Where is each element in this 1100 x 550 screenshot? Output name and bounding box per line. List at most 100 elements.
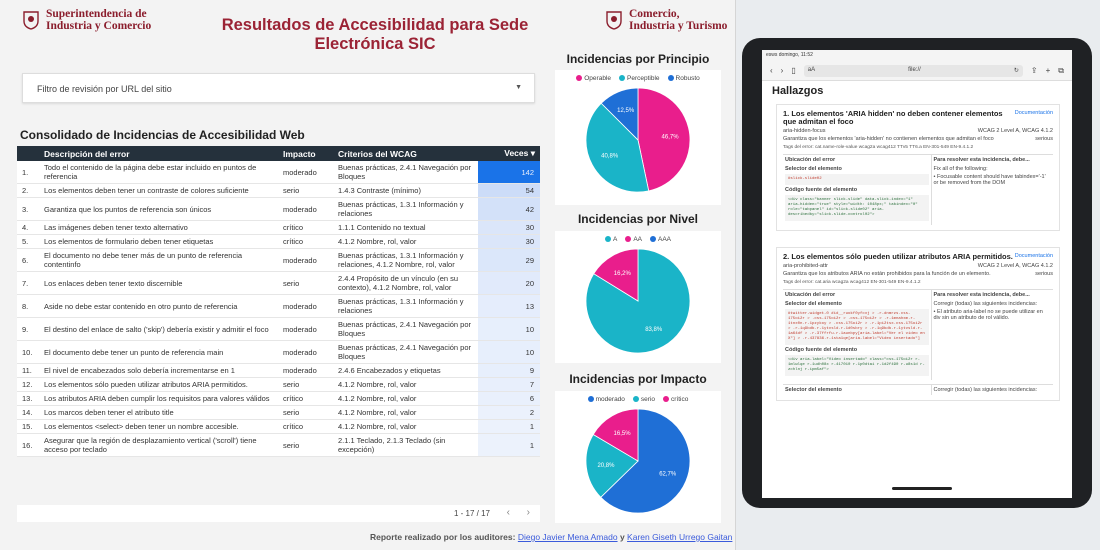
table-row[interactable]: 5. Los elementos de formulario deben tene… <box>17 234 540 249</box>
col-impact[interactable]: Impacto <box>278 146 333 161</box>
row-description: Los marcos deben tener el atributo title <box>39 405 278 420</box>
legend-swatch <box>663 396 670 403</box>
table-row[interactable]: 1. Todo el contenido de la página debe es… <box>17 161 540 184</box>
documentation-link[interactable]: Documentación <box>1015 110 1053 116</box>
severity: serious <box>1035 271 1053 277</box>
row-veces: 20 <box>478 271 540 295</box>
table-row[interactable]: 3. Garantiza que los puntos de referencia… <box>17 197 540 221</box>
table-row[interactable]: 6. El documento no debe tener más de un p… <box>17 248 540 272</box>
logo-right-line2: Industria y Turismo <box>629 20 728 32</box>
logo-left-line2: Industria y Comercio <box>46 20 152 32</box>
legend-label: A <box>612 236 618 243</box>
new-tab-icon[interactable]: + <box>1046 66 1051 75</box>
row-impact: crítico <box>278 391 333 406</box>
share-icon[interactable]: ⇪ <box>1031 66 1038 75</box>
row-index: 14. <box>17 405 39 420</box>
rule-id: aria-hidden-focus <box>783 128 826 134</box>
legend-item: Robusto <box>667 75 700 82</box>
legend-item: AA <box>625 236 642 243</box>
row-veces: 7 <box>478 377 540 392</box>
sidebar-icon[interactable]: ▯ <box>791 66 795 75</box>
table-row[interactable]: 10. El documento debe tener un punto de r… <box>17 340 540 364</box>
table-row[interactable]: 8. Aside no debe estar contenido en otro … <box>17 294 540 318</box>
url-bar[interactable]: aA file:// ↻ <box>803 64 1023 77</box>
tabs-icon[interactable]: ⧉ <box>1058 66 1064 76</box>
prev-page-icon[interactable]: ‹ <box>507 507 510 518</box>
col-fix: Para resolver esta incidencia, debe... <box>933 292 1030 298</box>
row-veces: 42 <box>478 197 540 221</box>
row-impact: moderado <box>278 317 333 341</box>
table-row[interactable]: 4. Las imágenes deben tener texto alterna… <box>17 220 540 235</box>
row-criteria: Buenas prácticas, 1.3.1 Información y re… <box>333 248 478 272</box>
severity: serious <box>1035 136 1053 142</box>
row-veces: 2 <box>478 405 540 420</box>
tablet-screen: esws domingo, 11:52 ‹ › ▯ aA file:// ↻ ⇪… <box>762 50 1072 498</box>
row-description: El documento debe tener un punto de refe… <box>39 340 278 364</box>
chart-impacto-title: Incidencias por Impacto <box>569 372 707 386</box>
selector-code: #slick-slide02 <box>785 174 929 185</box>
row-veces: 1 <box>478 419 540 434</box>
table-row[interactable]: 12. Los elementos sólo pueden utilizar at… <box>17 377 540 392</box>
row-impact: moderado <box>278 161 333 184</box>
table-row[interactable]: 7. Los enlaces deben tener texto discerni… <box>17 271 540 295</box>
dashboard-panel: Superintendencia de Industria y Comercio … <box>0 0 735 550</box>
coat-of-arms-icon <box>606 11 622 30</box>
source-label: Código fuente del elemento <box>785 347 858 353</box>
auditor1-link[interactable]: Diego Javier Mena Amado <box>518 532 618 542</box>
back-icon[interactable]: ‹ <box>770 66 773 75</box>
reload-icon[interactable]: ↻ <box>1014 67 1019 75</box>
row-veces: 29 <box>478 248 540 272</box>
chart-nivel-title: Incidencias por Nivel <box>577 212 699 226</box>
pie-data-label: 16,5% <box>614 431 632 437</box>
col-veces-sort[interactable]: Veces ▾ <box>478 146 540 161</box>
wcag-level: WCAG 2 Level A, WCAG 4.1.2 <box>977 128 1053 134</box>
url-filter-dropdown[interactable]: Filtro de revisión por URL del sitio ▼ <box>22 73 535 103</box>
sic-logo: Superintendencia de Industria y Comercio <box>22 8 151 32</box>
mincit-logo: Comercio, Industria y Turismo <box>605 8 727 32</box>
row-criteria: 4.1.2 Nombre, rol, valor <box>333 405 478 420</box>
table-row[interactable]: 15. Los elementos <select> deben tener un… <box>17 419 540 434</box>
table-row[interactable]: 14. Los marcos deben tener el atributo ti… <box>17 405 540 420</box>
chart-impacto-pie: 62,7% 20,8% 16,5% <box>585 408 691 514</box>
legend-swatch <box>604 236 611 243</box>
finding-grid: Ubicación del error Selector del element… <box>783 289 1053 380</box>
source-code: <div aria-label="Video insertado" class=… <box>785 355 929 376</box>
row-impact: moderado <box>278 248 333 272</box>
chart-principio-title: Incidencias por Principio <box>566 52 710 66</box>
legend-label: AAA <box>658 236 672 243</box>
next-page-icon[interactable]: › <box>527 507 530 518</box>
row-veces: 1 <box>478 433 540 457</box>
row-criteria: 4.1.2 Nombre, rol, valor <box>333 419 478 434</box>
row-description: El documento no debe tener más de un pun… <box>39 248 278 272</box>
chart-principio-pie: 46,7% 40,8% 12,5% <box>585 87 691 193</box>
finding-title: 2. Los elementos sólo pueden utilizar at… <box>783 252 1013 261</box>
url-text: file:// <box>908 66 921 73</box>
tablet-device: esws domingo, 11:52 ‹ › ▯ aA file:// ↻ ⇪… <box>742 38 1092 508</box>
pager-info: 1 - 17 / 17 <box>453 509 490 518</box>
footer-sep: y <box>619 532 625 542</box>
table-row[interactable]: 16. Asegurar que la región de desplazamie… <box>17 433 540 457</box>
table-row[interactable]: 2. Los elementos deben tener un contraste… <box>17 183 540 198</box>
forward-icon[interactable]: › <box>781 66 784 75</box>
legend-item: A <box>604 236 618 243</box>
row-criteria: 2.4.4 Propósito de un vínculo (en su con… <box>333 271 478 295</box>
legend-label: moderado <box>595 396 625 403</box>
row-index: 10. <box>17 340 39 364</box>
auditor2-link[interactable]: Karen Giseth Urrego Gaitan <box>627 532 732 542</box>
documentation-link[interactable]: Documentación <box>1015 253 1053 259</box>
table-row[interactable]: 9. El destino del enlace de salto ('skip'… <box>17 317 540 341</box>
finding-card-1: Documentación 1. Los elementos 'ARIA hid… <box>776 104 1060 231</box>
table-row[interactable]: 13. Los atributos ARIA deben cumplir los … <box>17 391 540 406</box>
fix-title: Corregir (todas) las siguientes incidenc… <box>933 301 1038 307</box>
legend-item: moderado <box>587 396 625 403</box>
fix-title: Fix all of the following: <box>933 166 988 172</box>
row-impact: serio <box>278 377 333 392</box>
row-veces: 10 <box>478 317 540 341</box>
row-index: 6. <box>17 248 39 272</box>
table-row[interactable]: 11. El nivel de encabezados solo debería … <box>17 363 540 378</box>
chart-impacto: moderado serio crítico 62,7% 20,8% 16,5% <box>555 391 721 523</box>
legend-item: serio <box>632 396 655 403</box>
row-impact: moderado <box>278 197 333 221</box>
col-description[interactable]: Descripción del error <box>39 146 278 161</box>
col-criteria[interactable]: Criterios del WCAG <box>333 146 478 161</box>
